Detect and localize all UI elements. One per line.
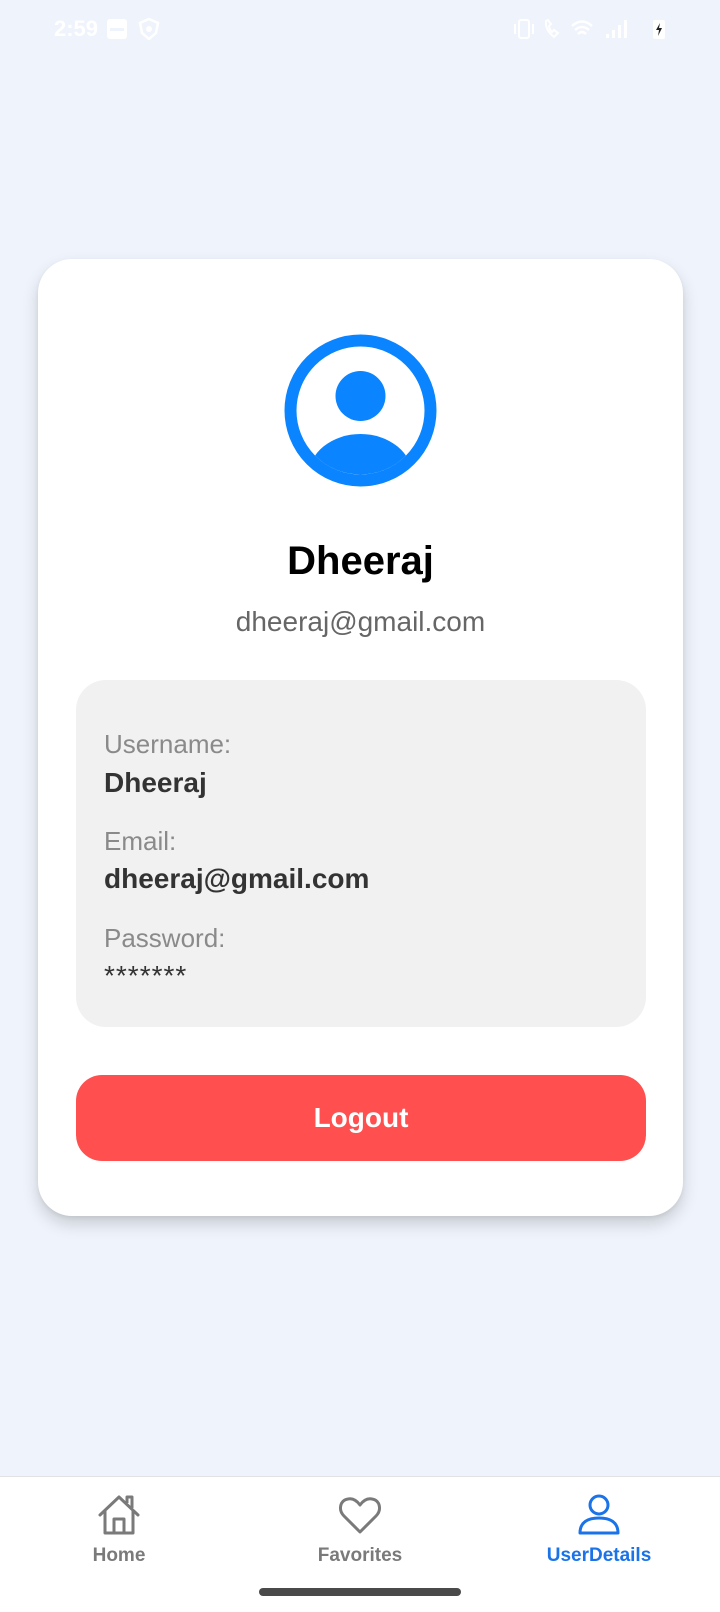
signal-icon xyxy=(606,20,627,38)
nav-label-userdetails: UserDetails xyxy=(546,1545,652,1566)
shield-icon xyxy=(138,18,160,40)
password-label: Password: xyxy=(104,923,226,953)
nav-item-favorites[interactable]: Favorites xyxy=(260,1477,460,1577)
user-details-box: Username: Dheeraj Email: dheeraj@gmail.c… xyxy=(76,680,646,1027)
wifi-icon xyxy=(571,20,593,35)
wifi-call-icon xyxy=(544,18,560,39)
status-bar: 2:59 xyxy=(0,0,720,60)
username-label: Username: xyxy=(104,729,232,759)
status-time: 2:59 xyxy=(54,16,99,41)
nav-item-home[interactable]: Home xyxy=(19,1477,219,1577)
nav-item-userdetails[interactable]: UserDetails xyxy=(499,1477,699,1577)
logout-button[interactable]: Logout xyxy=(76,1075,646,1161)
vibrate-icon xyxy=(514,19,534,39)
user-icon xyxy=(578,1494,620,1535)
nav-label-favorites: Favorites xyxy=(317,1545,403,1566)
home-icon xyxy=(98,1495,140,1535)
profile-name: Dheeraj xyxy=(287,539,434,583)
password-value: ******* xyxy=(104,960,188,991)
account-circle-icon xyxy=(284,334,437,487)
gallery-icon xyxy=(107,19,127,39)
battery-charging-icon xyxy=(653,20,665,39)
nav-label-home: Home xyxy=(92,1545,146,1566)
heart-icon xyxy=(339,1497,381,1534)
profile-email: dheeraj@gmail.com xyxy=(235,606,486,637)
email-value: dheeraj@gmail.com xyxy=(104,863,370,894)
username-value: Dheeraj xyxy=(104,767,207,798)
email-label: Email: xyxy=(104,826,177,856)
home-indicator[interactable] xyxy=(259,1588,461,1596)
profile-card: Dheeraj dheeraj@gmail.com Username: Dhee… xyxy=(38,259,683,1216)
